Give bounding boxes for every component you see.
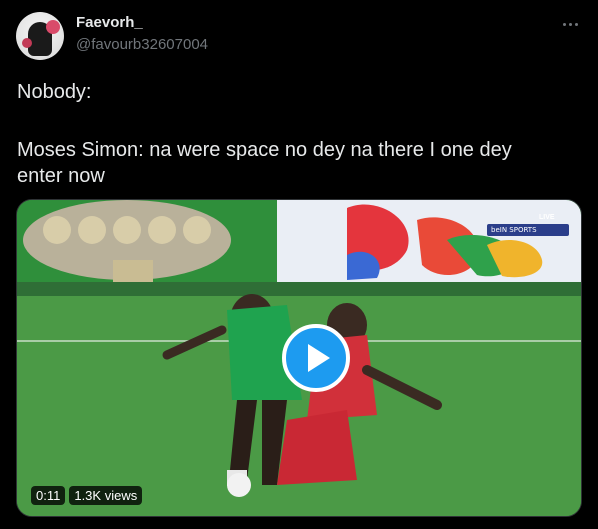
video-player[interactable]: LIVE beIN SPORTS 0:11 1.3K views [16,199,582,517]
avatar-decoration [22,38,32,48]
play-button[interactable] [282,324,350,392]
tweet-text-line: enter now [17,165,105,187]
tweet-text-line: Moses Simon: na were space no dey na the… [17,139,512,161]
more-options-icon[interactable] [556,14,584,34]
video-view-count: 1.3K views [69,486,143,505]
author-handle[interactable]: @favourb32607004 [76,36,208,53]
live-label: LIVE [539,214,555,221]
avatar-decoration [46,20,60,34]
tweet-text-line: Nobody: [17,81,92,103]
avatar[interactable] [16,12,64,60]
broadcaster-badge: beIN SPORTS [487,224,569,236]
video-duration: 0:11 [31,486,66,505]
tweet: Faevorh_ @favourb32607004 Nobody: Moses … [0,0,598,529]
author-display-name[interactable]: Faevorh_ [76,14,143,31]
play-icon [308,344,330,372]
video-meta: 0:11 1.3K views [31,486,143,505]
